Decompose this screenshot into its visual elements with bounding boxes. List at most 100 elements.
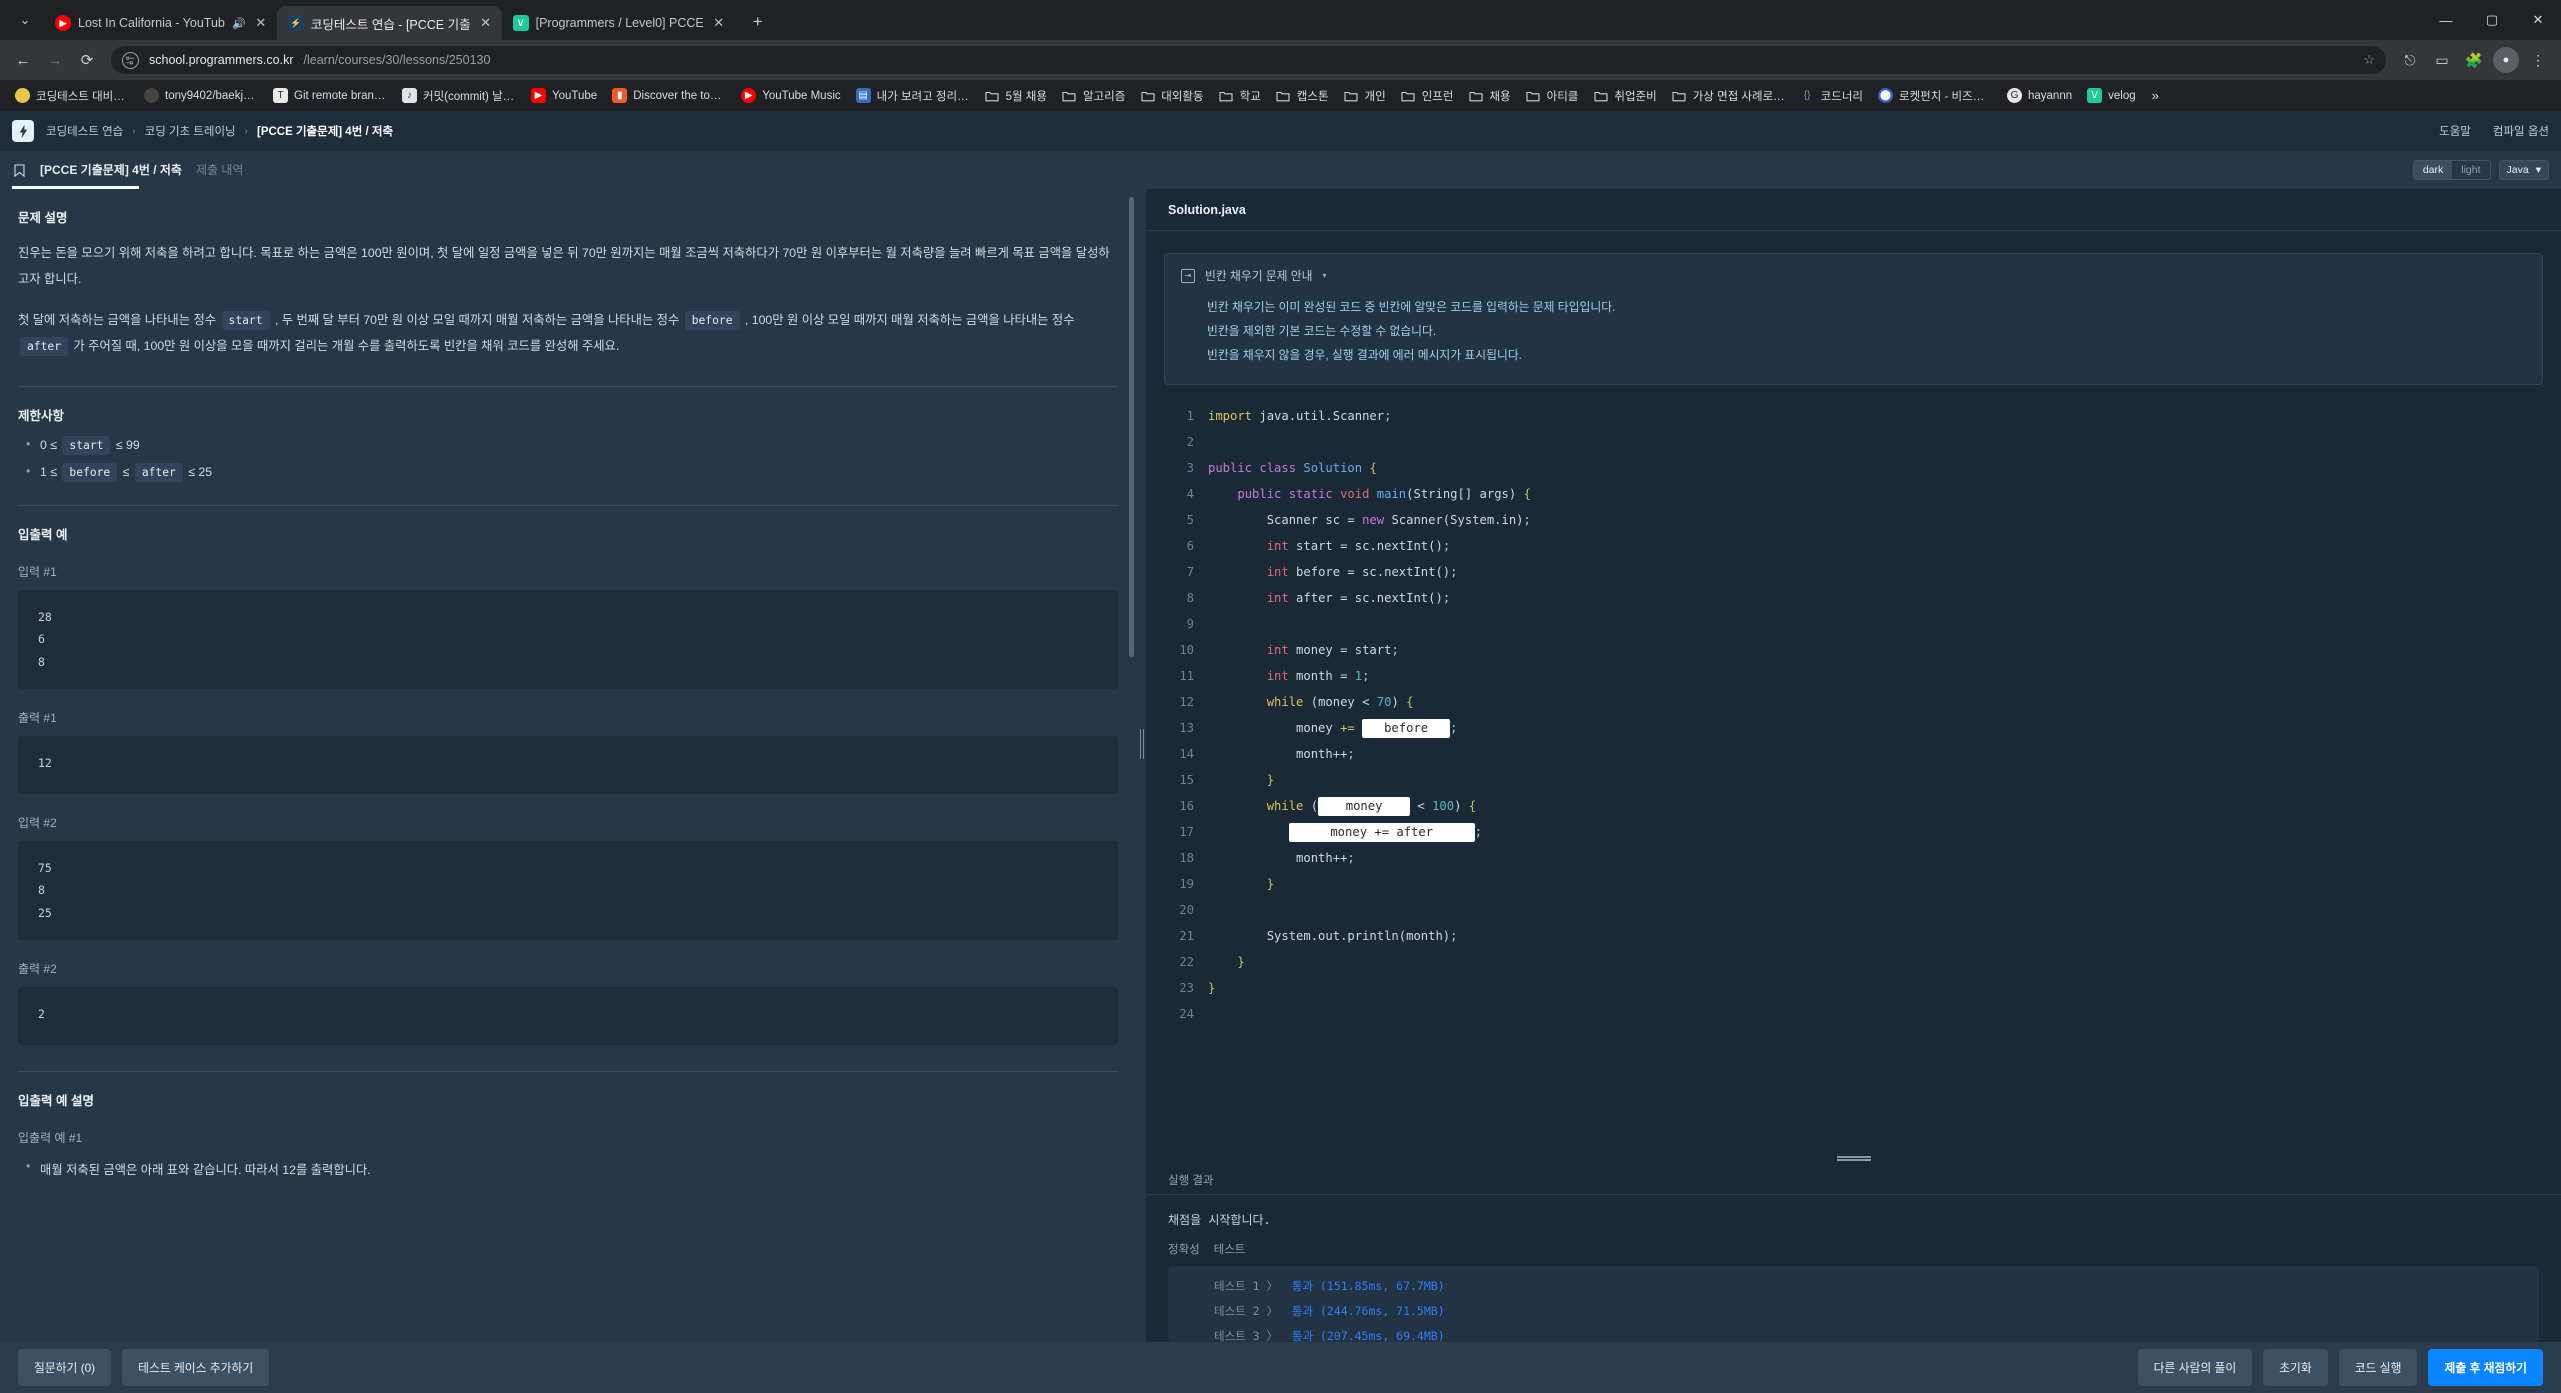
site-settings-icon[interactable] xyxy=(122,51,139,69)
bookmark-folder[interactable]: 취업준비 xyxy=(1586,85,1663,107)
notice-title: 빈칸 채우기 문제 안내 xyxy=(1205,269,1313,283)
bookmark-item[interactable]: ♪ 커밋(commit) 날짜… xyxy=(395,85,523,107)
breadcrumb-item-1[interactable]: 코딩 기초 트레이닝 xyxy=(145,123,236,139)
browser-tab-0[interactable]: ▶ Lost In California - YouTub 🔊 ✕ xyxy=(44,6,277,40)
bookmark-item[interactable]: Ghayannn xyxy=(2000,85,2079,106)
notice-header[interactable]: ⇥ 빈칸 채우기 문제 안내 ▾ xyxy=(1181,267,2526,284)
bookmark-folder[interactable]: 캡스톤 xyxy=(1269,85,1336,107)
forward-icon[interactable]: → xyxy=(40,45,70,75)
bookmark-item[interactable]: ▶ YouTube xyxy=(524,85,604,106)
breadcrumb-separator: › xyxy=(132,125,136,137)
split-screen-icon[interactable]: ▭ xyxy=(2427,45,2457,75)
theme-toggle[interactable]: dark light xyxy=(2412,160,2491,180)
constraint-item: 1 ≤ before ≤ after ≤ 25 xyxy=(18,462,1118,482)
bookmark-folder[interactable]: 알고리즘 xyxy=(1055,85,1132,107)
others-solution-button[interactable]: 다른 사람의 풀이 xyxy=(2137,1349,2253,1386)
bookmark-item[interactable]: Vvelog xyxy=(2080,85,2143,106)
tab-title: 코딩테스트 연습 - [PCCE 기출 xyxy=(310,17,471,32)
bookmark-label: 내가 보려고 정리한… xyxy=(876,90,970,103)
help-link[interactable]: 도움말 xyxy=(2439,123,2471,139)
speaker-icon[interactable]: 🔊 xyxy=(232,16,246,30)
language-select[interactable]: Java ▾ xyxy=(2498,160,2549,180)
back-icon[interactable]: ← xyxy=(8,45,38,75)
line-text: int money = start; xyxy=(1266,642,1399,657)
test-results-list: 테스트 1 〉 통과 (151.85ms, 67.7MB) 테스트 2 〉 통과… xyxy=(1168,1266,2539,1342)
blank-input-line17[interactable]: money += after xyxy=(1288,822,1475,842)
maximize-button[interactable]: ▢ xyxy=(2469,0,2515,40)
compile-options-link[interactable]: 컴파일 옵션 xyxy=(2493,123,2549,139)
constraint-post: ≤ 25 xyxy=(184,464,213,479)
tab-search-chevron-icon[interactable]: ⌄ xyxy=(6,2,44,38)
bookmarks-bar: 코딩테스트 대비를… tony9402/baekjoon… T Git remot… xyxy=(0,80,2561,111)
bookmark-folder[interactable]: 5월 채용 xyxy=(978,85,1054,107)
left-scrollbar[interactable] xyxy=(1129,197,1134,657)
minimize-button[interactable]: — xyxy=(2423,0,2469,40)
chevron-down-icon[interactable]: ▾ xyxy=(1323,271,1327,280)
new-tab-button[interactable]: + xyxy=(743,7,773,37)
blank-input-line16[interactable]: money xyxy=(1318,796,1411,816)
panel-resize-handle[interactable] xyxy=(1138,189,1146,1342)
bookmark-item[interactable]: {} 코드너리 xyxy=(1793,85,1870,107)
close-icon[interactable]: ✕ xyxy=(478,15,494,31)
theme-light-option[interactable]: light xyxy=(2452,161,2489,179)
bookmark-folder[interactable]: 개인 xyxy=(1337,85,1393,107)
more-menu-icon[interactable]: ⋮ xyxy=(2523,45,2553,75)
question-button[interactable]: 질문하기 (0) xyxy=(18,1349,112,1386)
bookmark-flag-icon[interactable] xyxy=(12,163,26,177)
line-text: Scanner sc = new Scanner(System.in); xyxy=(1208,512,1531,527)
bookmark-item[interactable]: ⬤ 로켓펀치 - 비즈니… xyxy=(1871,85,1999,107)
tab-title: [Programmers / Level0] PCCE xyxy=(535,16,704,30)
line-number: 19 xyxy=(1179,876,1194,891)
editor-result-resize-handle[interactable] xyxy=(1146,1151,2561,1165)
bookmark-label: 아티클 xyxy=(1546,90,1579,103)
folder-icon xyxy=(1062,88,1077,103)
bookmark-item[interactable]: ▶ YouTube Music xyxy=(734,85,847,106)
problem-panel: 문제 설명 진우는 돈을 모으기 위해 저축을 하려고 합니다. 목표로 하는 … xyxy=(0,189,1138,1342)
line-text xyxy=(1208,1001,1215,1027)
blank-input-line13[interactable]: before xyxy=(1362,718,1451,738)
bookmark-folder[interactable]: 대외활동 xyxy=(1133,85,1210,107)
bookmark-item[interactable]: T Git remote branch… xyxy=(266,85,394,106)
bookmark-label: Discover the top st… xyxy=(633,89,726,102)
tab-problem[interactable]: [PCCE 기출문제] 4번 / 저축 xyxy=(40,161,182,180)
bookmarks-overflow-button[interactable]: » xyxy=(2144,86,2167,105)
profile-avatar-icon[interactable]: ● xyxy=(2491,45,2521,75)
code-editor[interactable]: 1 import java.util.Scanner; 2 3 public cla… xyxy=(1164,403,2543,1151)
folder-icon xyxy=(1219,88,1234,103)
reset-button[interactable]: 초기화 xyxy=(2263,1349,2328,1386)
theme-dark-option[interactable]: dark xyxy=(2413,161,2453,179)
address-bar[interactable]: school.programmers.co.kr/learn/courses/3… xyxy=(111,46,2386,74)
bookmark-folder[interactable]: 가상 면접 사례로… xyxy=(1665,85,1792,107)
reload-icon[interactable]: ⟳ xyxy=(72,45,102,75)
browser-tab-1[interactable]: ⚡ 코딩테스트 연습 - [PCCE 기출 ✕ xyxy=(276,6,502,40)
close-icon[interactable]: ✕ xyxy=(711,15,727,31)
breadcrumb-item-0[interactable]: 코딩테스트 연습 xyxy=(46,123,123,139)
bookmark-star-icon[interactable]: ☆ xyxy=(2363,52,2375,68)
submit-button[interactable]: 제출 후 채점하기 xyxy=(2428,1349,2543,1386)
code-line: 10 int money = start; xyxy=(1164,637,2543,663)
programmers-logo-icon[interactable] xyxy=(12,120,34,142)
tab-submissions[interactable]: 제출 내역 xyxy=(196,161,244,180)
share-icon[interactable]: ⎋ xyxy=(2395,45,2425,75)
bookmark-folder[interactable]: 인프런 xyxy=(1394,85,1461,107)
result-accuracy-label: 정확성 테스트 xyxy=(1168,1241,2539,1257)
bookmark-item[interactable]: ▮ Discover the top st… xyxy=(605,85,733,106)
run-code-button[interactable]: 코드 실행 xyxy=(2338,1349,2418,1386)
bookmark-item[interactable]: 코딩테스트 대비를… xyxy=(8,85,136,107)
close-window-button[interactable]: ✕ xyxy=(2515,0,2561,40)
browser-tab-2[interactable]: V [Programmers / Level0] PCCE ✕ xyxy=(502,6,735,40)
close-icon[interactable]: ✕ xyxy=(253,15,269,31)
bookmark-folder[interactable]: 아티클 xyxy=(1519,85,1586,107)
add-testcase-button[interactable]: 테스트 케이스 추가하기 xyxy=(122,1349,270,1386)
code-line: 6 int start = sc.nextInt(); xyxy=(1164,533,2543,559)
fill-blank-notice: ⇥ 빈칸 채우기 문제 안내 ▾ 빈칸 채우기는 이미 완성된 코드 중 빈칸에… xyxy=(1164,253,2543,385)
puzzle-extensions-icon[interactable]: 🧩 xyxy=(2459,45,2489,75)
bookmark-folder[interactable]: 채용 xyxy=(1461,85,1517,107)
line-number: 16 xyxy=(1179,798,1194,813)
test-result-row: 테스트 1 〉 통과 (151.85ms, 67.7MB) xyxy=(1214,1274,2539,1299)
section-title-constraints: 제한사항 xyxy=(18,408,65,423)
code-line: 8 int after = sc.nextInt(); xyxy=(1164,585,2543,611)
bookmark-item[interactable]: tony9402/baekjoon… xyxy=(137,85,265,106)
bookmark-item[interactable]: ▤ 내가 보려고 정리한… xyxy=(849,85,977,107)
bookmark-folder[interactable]: 학교 xyxy=(1212,85,1268,107)
